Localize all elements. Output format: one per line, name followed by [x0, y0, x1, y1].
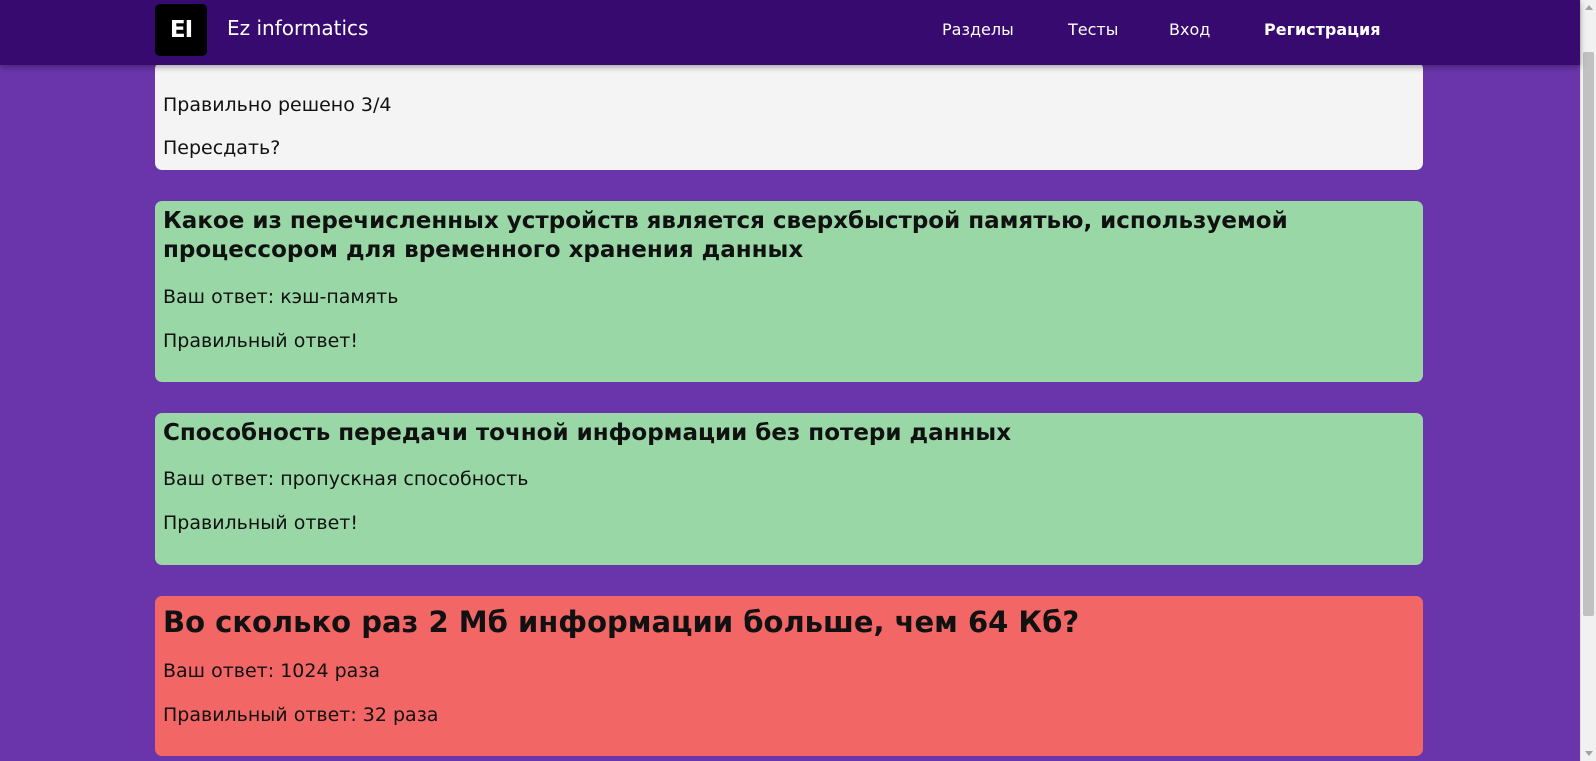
nav-link-register[interactable]: Регистрация — [1264, 20, 1381, 39]
top-navbar: EI Ez informatics Разделы Тесты Вход Рег… — [0, 0, 1580, 65]
page-scrollbar[interactable] — [1580, 0, 1596, 761]
question-card-correct: Какое из перечисленных устройств являетс… — [155, 201, 1423, 382]
scroll-up-arrow-icon[interactable] — [1585, 5, 1593, 10]
scroll-down-arrow-icon[interactable] — [1585, 751, 1593, 756]
question-text: Во сколько раз 2 Мб информации больше, ч… — [163, 605, 1080, 639]
your-answer-text: Ваш ответ: кэш-память — [163, 286, 399, 308]
result-text: Правильный ответ: 32 раза — [163, 704, 439, 726]
result-text: Правильный ответ! — [163, 512, 358, 534]
nav-link-login[interactable]: Вход — [1169, 20, 1210, 39]
scroll-thumb[interactable] — [1583, 52, 1594, 616]
score-text: Правильно решено 3/4 — [163, 94, 392, 116]
site-logo[interactable]: EI — [155, 4, 207, 56]
summary-card: Правильно решено 3/4 Пересдать? — [155, 62, 1423, 170]
result-text: Правильный ответ! — [163, 330, 358, 352]
question-card-incorrect: Во сколько раз 2 Мб информации больше, ч… — [155, 596, 1423, 756]
brand-name[interactable]: Ez informatics — [227, 16, 368, 40]
nav-link-tests[interactable]: Тесты — [1068, 20, 1118, 39]
retake-link[interactable]: Пересдать? — [163, 137, 280, 159]
question-text: Какое из перечисленных устройств являетс… — [163, 208, 1288, 263]
your-answer-text: Ваш ответ: пропускная способность — [163, 468, 529, 490]
nav-link-sections[interactable]: Разделы — [942, 20, 1014, 39]
question-card-correct: Способность передачи точной информации б… — [155, 413, 1423, 565]
question-text: Способность передачи точной информации б… — [163, 420, 1012, 446]
your-answer-text: Ваш ответ: 1024 раза — [163, 660, 381, 682]
